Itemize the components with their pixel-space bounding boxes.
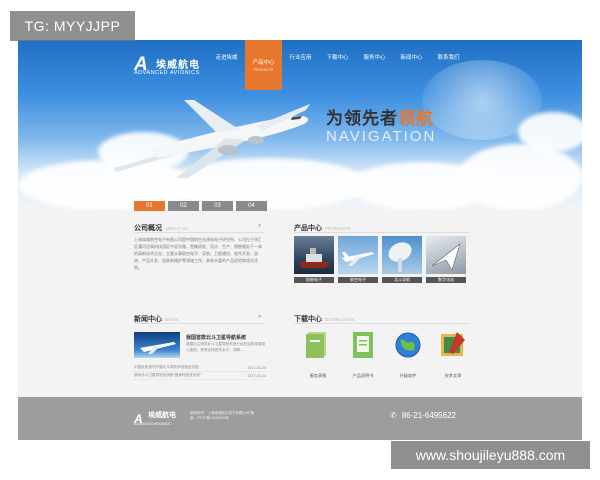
cloud — [458, 144, 582, 210]
about-text: 上海埃威航空电子有限公司是中国航空无线电电子研究所、公司位于徐汇区漕河泾高科技园… — [134, 237, 262, 270]
footer-phone: ✆ 86-21-6495622 — [390, 411, 456, 420]
airplane-image — [114, 100, 310, 178]
slider-tab[interactable]: 01 — [134, 201, 165, 211]
nav-item-products[interactable]: 产品中心 PRODUCTS — [245, 40, 282, 90]
product-label: 船舶电子 — [294, 277, 334, 283]
products-title-cn: 产品中心 — [294, 225, 322, 232]
about-title-en: ABOUT US — [165, 226, 188, 231]
news-row-title: 我司北斗卫星导航系统获“国家科技进步奖” — [134, 373, 202, 377]
divider — [134, 232, 264, 233]
slogan-highlight: 领航 — [398, 109, 434, 128]
news-headline[interactable]: 我国首款北斗卫星导航系统 — [186, 334, 246, 341]
download-label: 服务表格 — [309, 373, 327, 378]
site-footer: A 埃威航电 ADVANCED AVIONICS 版权所有：上海埃威航空电子有限… — [18, 397, 582, 440]
hero-slogan: 为领先者领航 — [326, 104, 434, 129]
website-screenshot: A 埃威航电 ADVANCED AVIONICS 走进埃威 产品中心 PRODU… — [18, 40, 582, 440]
product-label: 航空电子 — [338, 277, 378, 283]
ship-icon — [298, 248, 330, 268]
footer-logo-cn: 埃威航电 — [148, 412, 176, 419]
slogan-part: 为领先者 — [326, 109, 398, 128]
manual-icon — [353, 332, 373, 358]
main-nav: 走进埃威 产品中心 PRODUCTS 行业应用 下载中心 服务中心 新闻中心 联… — [208, 40, 467, 90]
nav-item-contact[interactable]: 联系我们 — [430, 40, 467, 74]
download-item[interactable]: 技术文章 — [431, 330, 475, 379]
slider-tab[interactable]: 04 — [236, 201, 267, 211]
nav-label: 行业应用 — [289, 55, 312, 61]
product-label: 北斗导航 — [382, 277, 422, 283]
cloud — [518, 112, 582, 152]
slider-tabs: 01 02 03 04 — [134, 201, 270, 211]
download-list: 服务表格 产品说明书 升级软件 技术文章 — [296, 330, 476, 379]
logo-name-cn: 埃威航电 — [156, 60, 200, 71]
slider-tab[interactable]: 03 — [202, 201, 233, 211]
footer-logo: A 埃威航电 ADVANCED AVIONICS — [134, 410, 176, 428]
phone-icon: ✆ — [390, 411, 397, 420]
nav-item-industry[interactable]: 行业应用 — [282, 40, 319, 74]
satellite-dish-image — [382, 236, 422, 274]
news-title-cn: 新闻中心 — [134, 316, 162, 323]
logo-name-en: ADVANCED AVIONICS — [134, 70, 200, 76]
product-card[interactable]: 北斗导航 — [382, 236, 422, 283]
ship-image — [294, 236, 334, 274]
nav-sublabel: PRODUCTS — [253, 68, 274, 72]
nav-item-news[interactable]: 新闻中心 — [393, 40, 430, 74]
plane-icon — [342, 252, 374, 266]
download-item[interactable]: 产品说明书 — [341, 330, 385, 379]
download-item[interactable]: 服务表格 — [296, 330, 340, 379]
news-list: 中国民航首次开展北斗导航系统验证试验 2017-03-20 我司北斗卫星导航系统… — [134, 364, 266, 380]
download-label: 升级软件 — [399, 373, 417, 378]
products-title-en: PRODUCTS — [325, 226, 351, 231]
nav-label: 走进埃威 — [215, 55, 238, 61]
product-card[interactable]: 数字化站 — [426, 236, 466, 283]
nav-label: 服务中心 — [363, 55, 386, 61]
news-row-date: 2017-03-20 — [247, 365, 266, 370]
news-title-en: NEWS — [165, 317, 179, 322]
download-label: 技术文章 — [444, 373, 462, 378]
product-card[interactable]: 船舶电子 — [294, 236, 334, 283]
downloads-title-en: DOWNLOADS — [325, 317, 355, 322]
download-item[interactable]: 升级软件 — [386, 330, 430, 379]
product-card[interactable]: 航空电子 — [338, 236, 378, 283]
globe-icon — [395, 332, 421, 358]
aircraft-image — [338, 236, 378, 274]
footer-logo-en: ADVANCED AVIONICS — [134, 422, 171, 426]
nav-label: 产品中心 — [252, 60, 275, 66]
phone-number: 86-21-6495622 — [401, 411, 456, 420]
paper-plane-icon — [431, 243, 461, 271]
nav-item-about[interactable]: 走进埃威 — [208, 40, 245, 74]
divider — [134, 323, 264, 324]
download-label: 产品说明书 — [352, 373, 374, 378]
news-row[interactable]: 我司北斗卫星导航系统获“国家科技进步奖” 2017-03-12 — [134, 372, 266, 380]
satellite-dish-icon — [388, 242, 412, 272]
more-icon[interactable]: » — [258, 314, 263, 320]
divider — [294, 323, 470, 324]
news-row[interactable]: 中国民航首次开展北斗导航系统验证试验 2017-03-20 — [134, 364, 266, 372]
downloads-title-cn: 下载中心 — [294, 316, 322, 323]
nav-item-service[interactable]: 服务中心 — [356, 40, 393, 74]
nav-item-downloads[interactable]: 下载中心 — [319, 40, 356, 74]
more-icon[interactable]: » — [258, 223, 263, 229]
news-row-title: 中国民航首次开展北斗导航系统验证试验 — [134, 365, 199, 369]
news-image[interactable] — [134, 332, 180, 358]
footer-info: 版权所有：上海埃威航空电子有限公司 备案：沪ICP备12345678号 — [190, 411, 254, 420]
hero-banner: A 埃威航电 ADVANCED AVIONICS 走进埃威 产品中心 PRODU… — [18, 40, 582, 210]
article-icon — [441, 332, 465, 356]
divider — [294, 232, 470, 233]
product-gallery: 船舶电子 航空电子 北斗导航 数字化站 — [294, 236, 470, 283]
nav-label: 联系我们 — [437, 55, 460, 61]
hero-slogan-en: NAVIGATION — [326, 128, 437, 145]
watermark-top: TG: MYYJJPP — [10, 11, 135, 41]
news-summary: 我国自主研发北斗卫星导航系统已经在民航领域投入使用，具有全球领先水平，详情…… — [186, 342, 266, 352]
about-title-cn: 公司概况 — [134, 225, 162, 232]
digital-station-image — [426, 236, 466, 274]
folder-icon — [306, 332, 326, 358]
nav-label: 新闻中心 — [400, 55, 423, 61]
news-row-date: 2017-03-12 — [247, 373, 266, 378]
product-label: 数字化站 — [426, 277, 466, 283]
slider-tab[interactable]: 02 — [168, 201, 199, 211]
nav-label: 下载中心 — [326, 55, 349, 61]
aircraft-icon — [140, 342, 176, 354]
watermark-bottom: www.shoujileyu888.com — [391, 441, 590, 469]
